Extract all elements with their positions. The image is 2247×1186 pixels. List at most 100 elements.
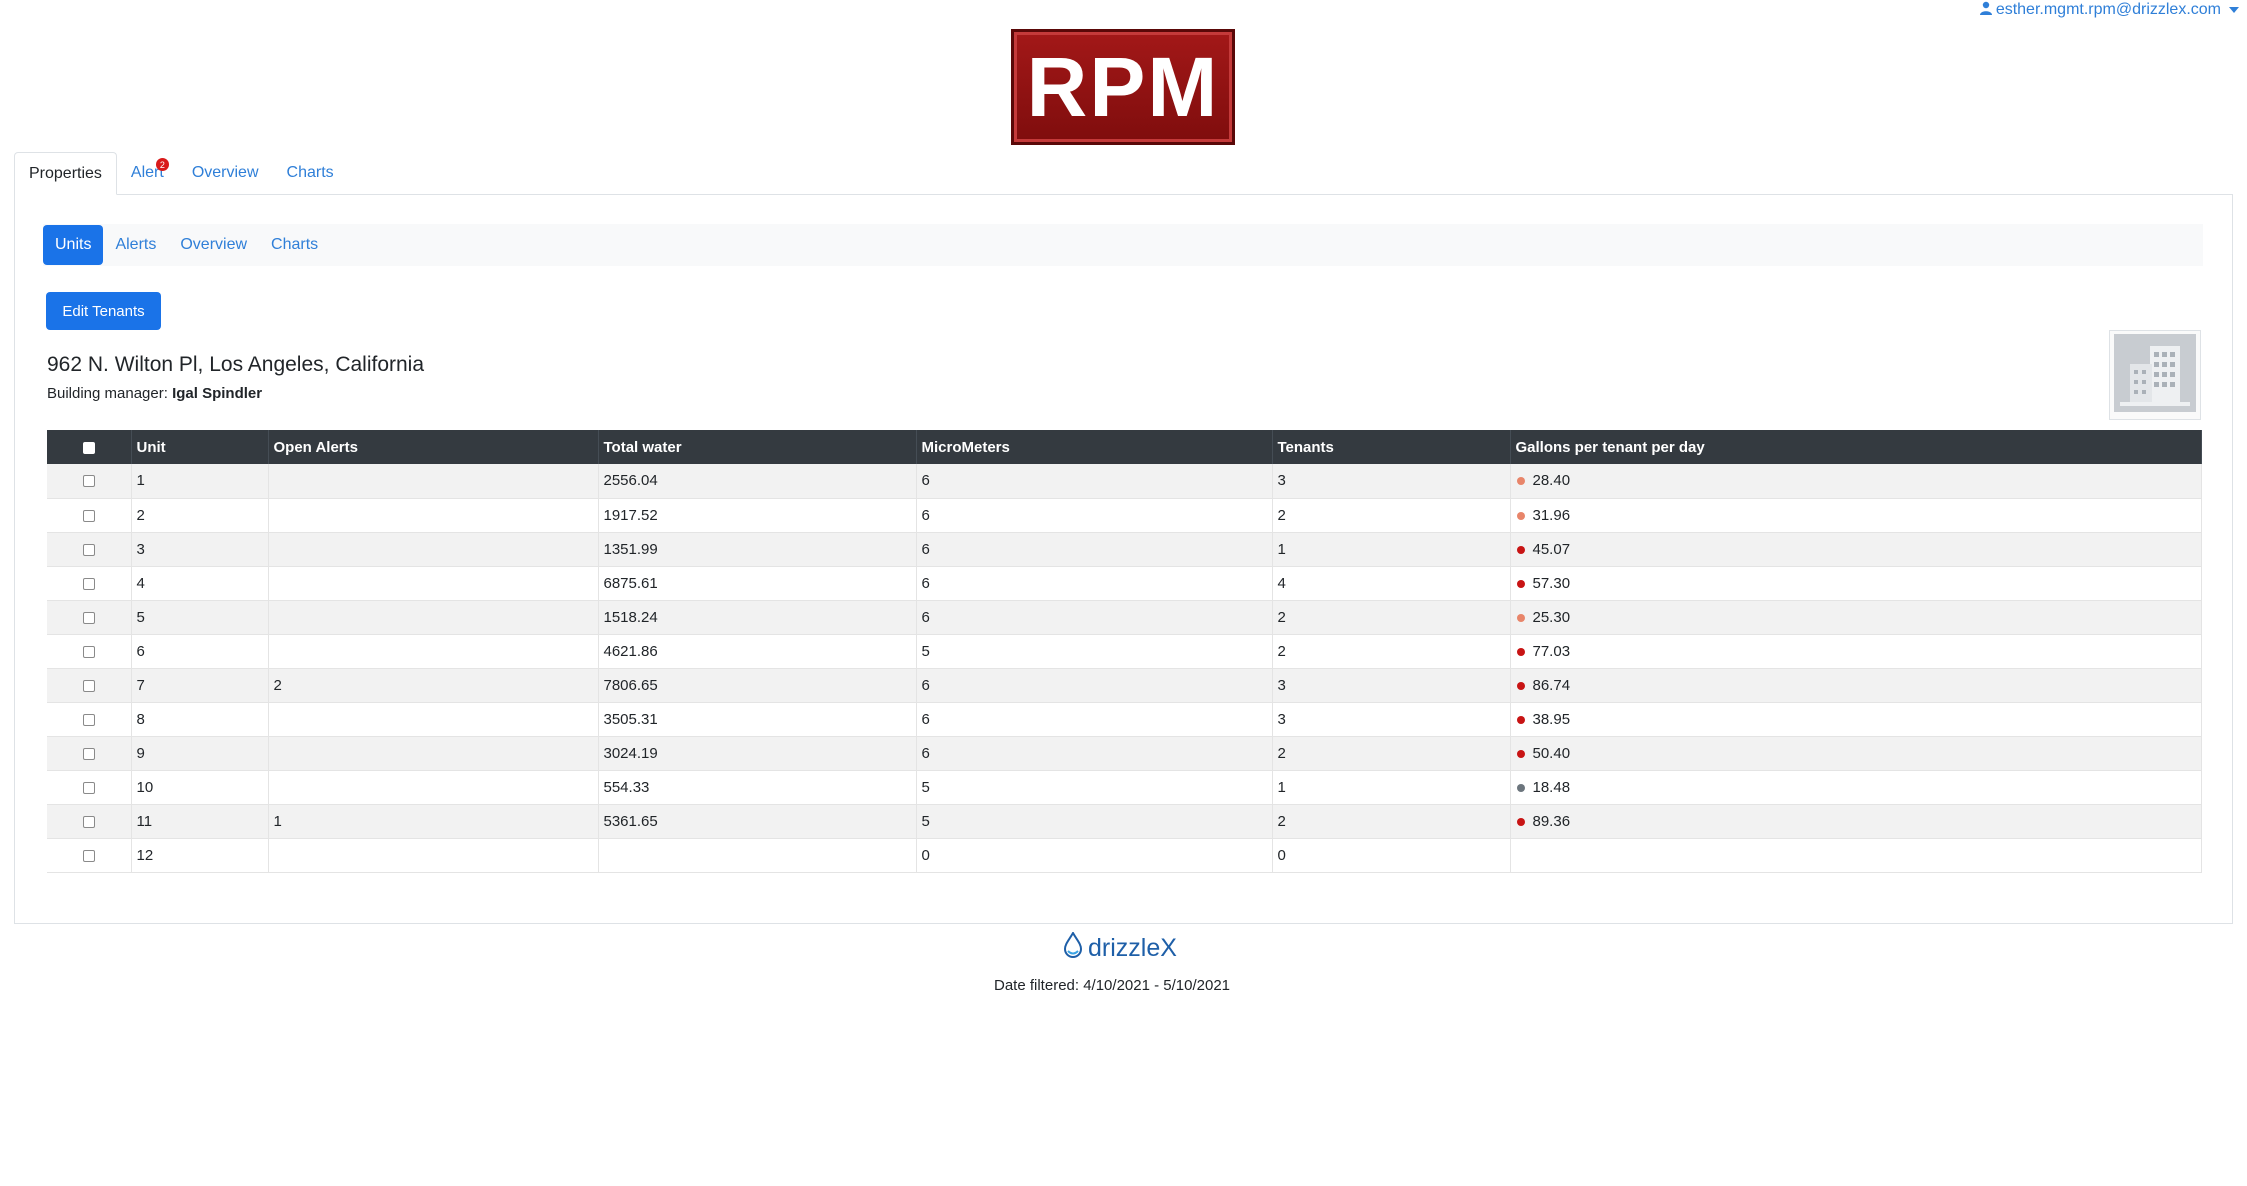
user-menu[interactable]: esther.mgmt.rpm@drizzlex.com [1979, 0, 2239, 20]
cell-tenants: 2 [1272, 600, 1511, 635]
cell-open-alerts[interactable] [268, 736, 599, 771]
header-micrometers[interactable]: MicroMeters [916, 430, 1273, 464]
alert-badge: 2 [155, 158, 169, 171]
table-row: 3 1351.99 6 1 45.07 [47, 532, 2202, 567]
cell-tenants: 2 [1272, 804, 1511, 839]
row-checkbox[interactable] [82, 781, 95, 794]
edit-tenants-button[interactable]: Edit Tenants [46, 292, 161, 330]
gallons-value: 57.30 [1532, 574, 1571, 592]
row-checkbox[interactable] [82, 815, 95, 828]
cell-tenants: 2 [1272, 634, 1511, 669]
row-checkbox[interactable] [82, 577, 95, 590]
cell-micrometers: 6 [916, 736, 1273, 771]
units-table-body: 1 2556.04 6 3 28.40 2 1917.52 6 2 31.96 3 1351.99 6 1… [47, 464, 2202, 873]
subtab-charts[interactable]: Charts [259, 225, 330, 265]
manager-label: Building manager: [47, 385, 168, 402]
cell-open-alerts[interactable] [268, 498, 599, 533]
status-dot-icon [1516, 715, 1525, 724]
row-checkbox[interactable] [82, 679, 95, 692]
rpm-logo: RPM [1011, 29, 1235, 145]
cell-open-alerts[interactable] [268, 770, 599, 805]
cell-tenants: 3 [1272, 702, 1511, 737]
tab-label: Charts [286, 163, 334, 181]
tab-label: Overview [191, 163, 259, 181]
row-select-cell [47, 838, 132, 873]
cell-open-alerts[interactable] [268, 532, 599, 567]
tab-properties[interactable]: Properties [14, 152, 117, 195]
table-header-row: Unit Open Alerts Total water MicroMeters… [47, 430, 2202, 464]
table-row: 2 1917.52 6 2 31.96 [47, 498, 2202, 533]
row-checkbox[interactable] [82, 475, 95, 488]
gallons-value: 77.03 [1532, 642, 1571, 660]
cell-tenants: 1 [1272, 532, 1511, 567]
cell-open-alerts[interactable] [268, 566, 599, 601]
gallons-value: 50.40 [1532, 744, 1571, 762]
cell-unit: 8 [131, 702, 269, 737]
cell-tenants: 3 [1272, 464, 1511, 499]
cell-micrometers: 0 [916, 838, 1273, 873]
row-select-cell [47, 668, 132, 703]
row-checkbox[interactable] [82, 509, 95, 522]
table-row: 9 3024.19 6 2 50.40 [47, 736, 2202, 771]
row-checkbox[interactable] [82, 645, 95, 658]
cell-total-water: 5361.65 [598, 804, 917, 839]
subtab-alerts[interactable]: Alerts [103, 225, 168, 265]
row-checkbox[interactable] [82, 713, 95, 726]
building-image [2109, 330, 2201, 420]
cell-open-alerts[interactable]: 2 [268, 668, 599, 703]
date-filtered: Date filtered: 4/10/2021 - 5/10/2021 [994, 977, 1231, 994]
table-row: 8 3505.31 6 3 38.95 [47, 702, 2202, 737]
cell-micrometers: 5 [916, 804, 1273, 839]
row-checkbox[interactable] [82, 849, 95, 862]
cell-tenants: 0 [1272, 838, 1511, 873]
status-dot-icon [1516, 477, 1525, 486]
tab-overview[interactable]: Overview [178, 151, 273, 194]
header-open-alerts[interactable]: Open Alerts [268, 430, 599, 464]
tab-charts[interactable]: Charts [273, 151, 348, 194]
tab-alert[interactable]: Alert 2 [117, 151, 178, 194]
cell-gallons: 38.95 [1510, 702, 2202, 737]
row-checkbox[interactable] [82, 611, 95, 624]
gallons-value: 86.74 [1532, 676, 1571, 694]
properties-panel: Units Alerts Overview Charts Edit Tenant… [14, 194, 2233, 924]
brand-name: drizzleX [1088, 934, 1177, 962]
table-row: 6 4621.86 5 2 77.03 [47, 634, 2202, 669]
header-tenants[interactable]: Tenants [1272, 430, 1511, 464]
cell-open-alerts[interactable] [268, 702, 599, 737]
cell-unit: 10 [131, 770, 269, 805]
select-all-checkbox[interactable] [82, 441, 95, 454]
header-unit[interactable]: Unit [131, 430, 269, 464]
cell-gallons: 57.30 [1510, 566, 2202, 601]
status-dot-icon [1516, 817, 1525, 826]
cell-open-alerts[interactable] [268, 464, 599, 499]
header-gallons[interactable]: Gallons per tenant per day [1510, 430, 2202, 464]
cell-tenants: 3 [1272, 668, 1511, 703]
cell-total-water: 4621.86 [598, 634, 917, 669]
units-table: Unit Open Alerts Total water MicroMeters… [47, 430, 2202, 873]
cell-open-alerts[interactable]: 1 [268, 804, 599, 839]
row-checkbox[interactable] [82, 747, 95, 760]
status-dot-icon [1516, 613, 1525, 622]
subtab-units[interactable]: Units [43, 225, 104, 265]
cell-open-alerts[interactable] [268, 634, 599, 669]
cell-open-alerts[interactable] [268, 600, 599, 635]
row-checkbox[interactable] [82, 543, 95, 556]
row-select-cell [47, 498, 132, 533]
cell-micrometers: 6 [916, 600, 1273, 635]
cell-micrometers: 6 [916, 566, 1273, 601]
sub-nav: Units Alerts Overview Charts [43, 224, 2203, 266]
table-row: 10 554.33 5 1 18.48 [47, 770, 2202, 805]
cell-gallons [1510, 838, 2202, 873]
cell-open-alerts[interactable] [268, 838, 599, 873]
row-select-cell [47, 566, 132, 601]
cell-gallons: 25.30 [1510, 600, 2202, 635]
cell-total-water: 2556.04 [598, 464, 917, 499]
subtab-overview[interactable]: Overview [168, 225, 259, 265]
cell-total-water [598, 838, 917, 873]
row-select-cell [47, 600, 132, 635]
cell-micrometers: 6 [916, 498, 1273, 533]
table-row: 1 2556.04 6 3 28.40 [47, 464, 2202, 499]
header-total-water[interactable]: Total water [598, 430, 917, 464]
cell-gallons: 28.40 [1510, 464, 2202, 499]
cell-total-water: 6875.61 [598, 566, 917, 601]
